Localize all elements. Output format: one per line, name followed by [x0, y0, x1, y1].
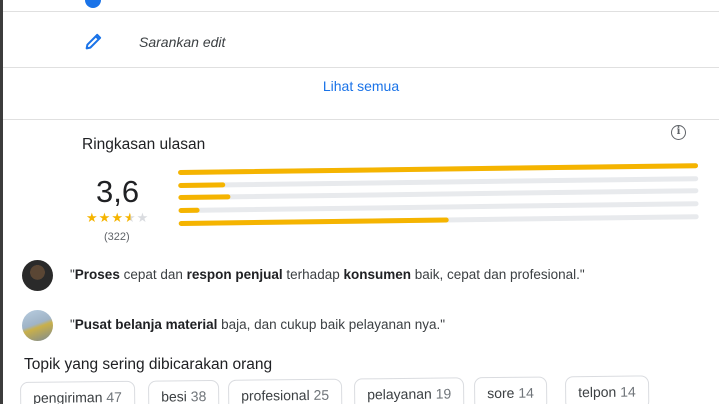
rating-bar-4 [178, 176, 699, 188]
topic-chip-count: 38 [190, 388, 207, 404]
see-all-row: Lihat semua [3, 68, 719, 120]
review-snippet-2[interactable]: "Pusat belanja material baja, dan cukup … [22, 310, 712, 346]
star-icon: ★ [86, 210, 99, 225]
topic-chip[interactable]: sore 14 [473, 376, 548, 404]
avatar[interactable] [22, 260, 53, 291]
review-snippet-text: "Pusat belanja material baja, dan cukup … [70, 317, 446, 332]
topic-chip-count: 14 [518, 384, 534, 401]
review-summary-title: Ringkasan ulasan [82, 136, 206, 153]
globe-icon [85, 0, 101, 8]
rating-bar-5 [178, 163, 699, 175]
rating-bar-fill [178, 163, 699, 175]
topic-chips: pengiriman 47 besi 38 profesional 25 pelaya… [20, 375, 719, 404]
rating-bar-3 [178, 188, 699, 200]
rating-bar-2 [178, 201, 699, 213]
star-icon: ★ [136, 210, 150, 225]
topic-chip-count: 25 [313, 386, 330, 403]
topic-chip-label: sore [487, 384, 519, 402]
suggest-edit-row[interactable]: Sarankan edit [3, 12, 719, 68]
info-row-partial[interactable] [3, 0, 719, 12]
rating-bar-fill [178, 194, 231, 200]
rating-bar-fill [178, 217, 450, 226]
info-icon[interactable]: i [671, 125, 686, 140]
topic-chip-label: besi [161, 388, 191, 404]
topic-chip[interactable]: telpon 14 [564, 375, 649, 404]
topic-chip-label: pelayanan [367, 385, 436, 403]
pencil-icon [83, 30, 105, 52]
topic-chip[interactable]: besi 38 [147, 379, 220, 404]
topic-chip-label: profesional [241, 386, 314, 404]
topic-chip-count: 47 [106, 388, 122, 404]
topic-chip-count: 19 [435, 385, 452, 402]
star-icon: ★ [111, 210, 124, 225]
topics-title: Topik yang sering dibicarakan orang [24, 356, 273, 373]
avatar[interactable] [22, 310, 53, 341]
rating-distribution [178, 161, 701, 236]
rating-score: 3,6 [96, 174, 140, 209]
topic-chip[interactable]: pelayanan 19 [353, 377, 465, 404]
rating-bar-fill [178, 182, 226, 188]
rating-bar-fill [178, 207, 200, 213]
see-all-link[interactable]: Lihat semua [323, 78, 399, 94]
rating-stars: ★★★★★ [86, 210, 149, 226]
star-icon: ★ [98, 210, 112, 225]
topic-chip[interactable]: profesional 25 [227, 378, 343, 404]
star-icon: ★ [123, 210, 137, 225]
rating-bar-1 [178, 214, 699, 226]
topic-chip-count: 14 [620, 383, 636, 400]
suggest-edit-label: Sarankan edit [139, 34, 226, 50]
topic-chip[interactable]: pengiriman 47 [20, 380, 136, 404]
review-count: (322) [104, 231, 130, 243]
review-snippet-text: "Proses cepat dan respon penjual terhada… [70, 267, 585, 282]
topic-chip-label: telpon [578, 383, 621, 401]
topic-chip-label: pengiriman [33, 389, 107, 404]
review-snippet-1[interactable]: "Proses cepat dan respon penjual terhada… [22, 260, 712, 296]
